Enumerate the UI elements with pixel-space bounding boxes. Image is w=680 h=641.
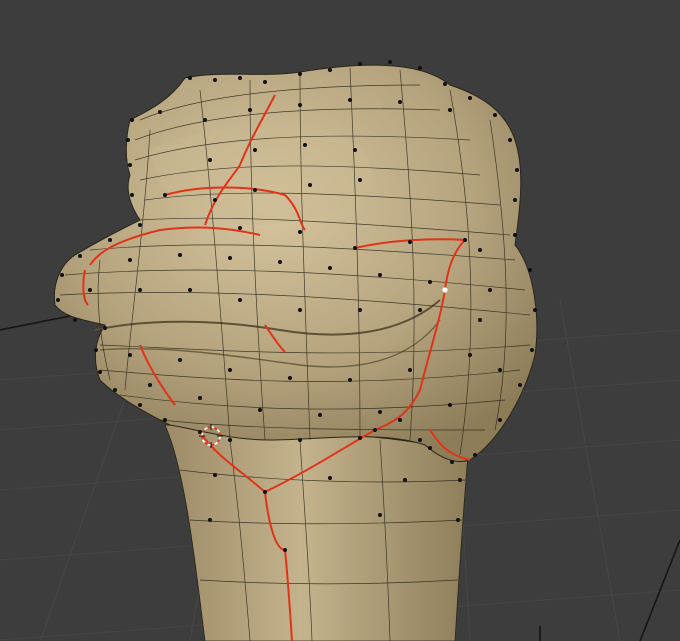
mesh-head[interactable] — [53, 64, 538, 463]
viewport-canvas[interactable] — [0, 0, 680, 641]
selected-vertex[interactable] — [442, 287, 448, 293]
3d-viewport[interactable] — [0, 0, 680, 641]
mesh-neck[interactable] — [164, 424, 469, 641]
